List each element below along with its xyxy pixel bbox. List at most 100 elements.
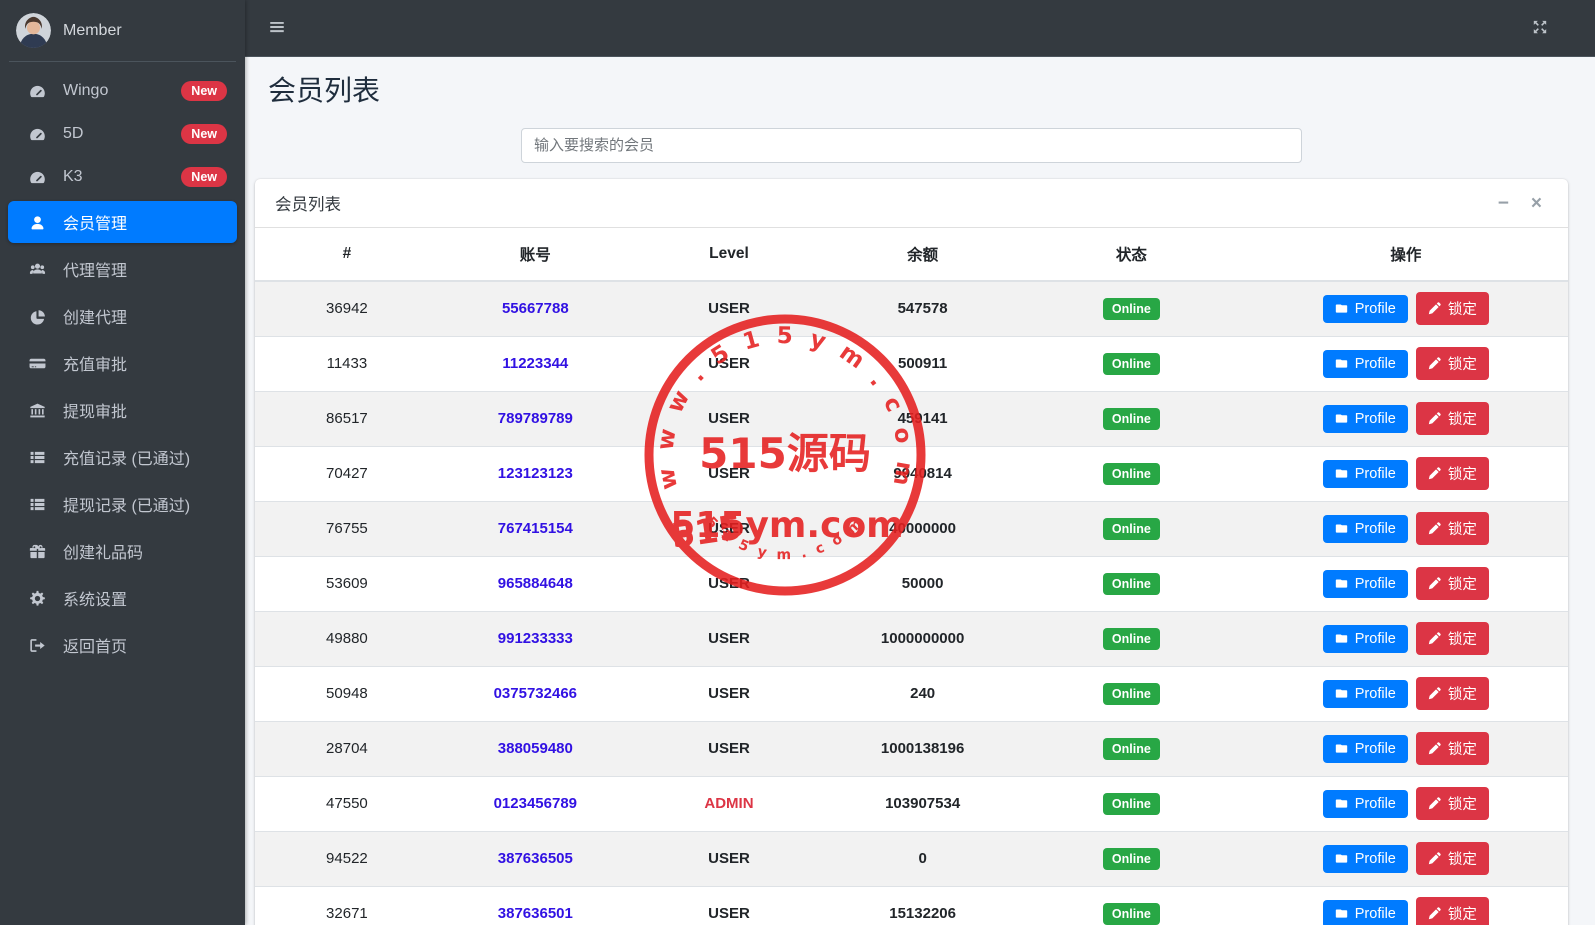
pencil-icon xyxy=(1428,467,1441,480)
search-input[interactable] xyxy=(521,128,1302,163)
sidebar-item-recharge-records[interactable]: 充值记录 (已通过) xyxy=(8,436,237,478)
pencil-icon xyxy=(1428,302,1441,315)
account-link[interactable]: 965884648 xyxy=(498,575,573,592)
account-link[interactable]: 767415154 xyxy=(498,520,573,537)
status-badge: Online xyxy=(1102,572,1160,595)
lock-button[interactable]: 锁定 xyxy=(1415,787,1489,820)
profile-button[interactable]: Profile xyxy=(1322,294,1408,323)
lock-button[interactable]: 锁定 xyxy=(1415,457,1489,490)
member-id: 70427 xyxy=(255,445,439,501)
profile-button[interactable]: Profile xyxy=(1322,404,1408,433)
menu-toggle-icon[interactable] xyxy=(268,18,288,38)
folder-icon xyxy=(1335,467,1348,480)
account-link[interactable]: 55667788 xyxy=(502,300,569,317)
member-id: 53609 xyxy=(255,555,439,611)
account-link[interactable]: 387636505 xyxy=(498,850,573,867)
account-link[interactable]: 0123456789 xyxy=(494,795,577,812)
sidebar-divider xyxy=(9,61,236,62)
member-balance: 240 xyxy=(826,665,1020,721)
sidebar-item-5d[interactable]: 5D New xyxy=(8,115,237,153)
sidebar-item-label: Wingo xyxy=(63,82,109,99)
lock-button[interactable]: 锁定 xyxy=(1415,567,1489,600)
profile-button[interactable]: Profile xyxy=(1322,789,1408,818)
pencil-icon xyxy=(1428,687,1441,700)
sidebar-item-label: K3 xyxy=(63,168,83,185)
member-balance: 547578 xyxy=(826,280,1020,336)
lock-button[interactable]: 锁定 xyxy=(1415,732,1489,765)
sidebar-item-k3[interactable]: K3 New xyxy=(8,158,237,196)
table-row: 70427 123123123 USER 9940814 Online Profile 锁定 xyxy=(255,445,1568,501)
member-id: 50948 xyxy=(255,665,439,721)
lock-button[interactable]: 锁定 xyxy=(1415,842,1489,875)
lock-button[interactable]: 锁定 xyxy=(1415,512,1489,545)
new-badge: New xyxy=(181,124,227,144)
account-link[interactable]: 387636501 xyxy=(498,905,573,922)
folder-icon xyxy=(1335,742,1348,755)
profile-button[interactable]: Profile xyxy=(1322,679,1408,708)
member-id: 47550 xyxy=(255,775,439,831)
folder-icon xyxy=(1335,907,1348,920)
sidebar-item-withdraw-approve[interactable]: 提现审批 xyxy=(8,389,237,431)
bank-icon xyxy=(28,402,50,419)
gear-icon xyxy=(28,590,50,607)
user-name: Member xyxy=(63,21,122,39)
fullscreen-icon[interactable] xyxy=(1531,18,1551,38)
close-icon[interactable]: × xyxy=(1531,194,1542,213)
main-area: 会员列表 会员列表 − × #账号Level余额状态操作 36942 556677… xyxy=(245,0,1595,925)
account-link[interactable]: 789789789 xyxy=(498,410,573,427)
sidebar-item-system-settings[interactable]: 系统设置 xyxy=(8,577,237,619)
account-link[interactable]: 123123123 xyxy=(498,465,573,482)
sidebar-item-back-home[interactable]: 返回首页 xyxy=(8,624,237,666)
profile-button[interactable]: Profile xyxy=(1322,899,1408,925)
sidebar-item-label: 提现审批 xyxy=(63,404,128,421)
member-balance: 15132206 xyxy=(826,885,1020,925)
lock-button[interactable]: 锁定 xyxy=(1415,402,1489,435)
lock-button[interactable]: 锁定 xyxy=(1415,292,1489,326)
profile-button[interactable]: Profile xyxy=(1322,569,1408,598)
card-title: 会员列表 xyxy=(275,196,341,214)
list-icon xyxy=(28,496,50,513)
profile-button[interactable]: Profile xyxy=(1322,734,1408,763)
sidebar-item-recharge-approve[interactable]: 充值审批 xyxy=(8,342,237,384)
member-balance: 1000138196 xyxy=(826,720,1020,776)
column-header: Level xyxy=(631,228,827,282)
tachometer-icon xyxy=(28,126,50,143)
sidebar-item-create-agent[interactable]: 创建代理 xyxy=(8,295,237,337)
lock-button[interactable]: 锁定 xyxy=(1415,347,1489,380)
member-id: 86517 xyxy=(255,390,439,446)
pencil-icon xyxy=(1428,412,1441,425)
status-badge: Online xyxy=(1102,682,1160,705)
sidebar-item-withdraw-records[interactable]: 提现记录 (已通过) xyxy=(8,483,237,525)
member-level: USER xyxy=(631,390,827,446)
member-id: 36942 xyxy=(255,280,439,336)
folder-icon xyxy=(1335,852,1348,865)
profile-button[interactable]: Profile xyxy=(1322,844,1408,873)
pencil-icon xyxy=(1428,797,1441,810)
account-link[interactable]: 388059480 xyxy=(498,740,573,757)
sidebar-item-label: 会员管理 xyxy=(63,216,128,233)
minimize-icon[interactable]: − xyxy=(1498,194,1509,213)
account-link[interactable]: 11223344 xyxy=(502,355,568,372)
profile-button[interactable]: Profile xyxy=(1322,349,1408,378)
profile-button[interactable]: Profile xyxy=(1322,459,1408,488)
lock-button[interactable]: 锁定 xyxy=(1415,622,1489,655)
top-navbar xyxy=(245,0,1595,57)
sidebar-item-wingo[interactable]: Wingo New xyxy=(8,72,237,110)
profile-button[interactable]: Profile xyxy=(1322,514,1408,543)
table-row: 47550 0123456789 ADMIN 103907534 Online Profi… xyxy=(255,775,1568,831)
account-link[interactable]: 0375732466 xyxy=(494,685,577,702)
sidebar-item-agent-manage[interactable]: 代理管理 xyxy=(8,248,237,290)
sidebar-item-member-manage[interactable]: 会员管理 xyxy=(8,201,237,243)
sidebar-item-create-giftcode[interactable]: 创建礼品码 xyxy=(8,530,237,572)
member-id: 76755 xyxy=(255,500,439,556)
lock-button[interactable]: 锁定 xyxy=(1415,677,1489,710)
table-header-row: # 账号 Level 余额 状态 操作 xyxy=(255,228,1568,282)
lock-button[interactable]: 锁定 xyxy=(1415,897,1489,925)
table-row: 50948 0375732466 USER 240 Online Profile 锁定 xyxy=(255,665,1568,721)
table-row: 49880 991233333 USER 1000000000 Online Profil… xyxy=(255,610,1568,666)
sidebar-item-label: 充值记录 (已通过) xyxy=(63,451,191,468)
member-level: USER xyxy=(631,335,827,391)
profile-button[interactable]: Profile xyxy=(1322,624,1408,653)
account-link[interactable]: 991233333 xyxy=(498,630,573,647)
member-balance: 459141 xyxy=(826,390,1020,446)
